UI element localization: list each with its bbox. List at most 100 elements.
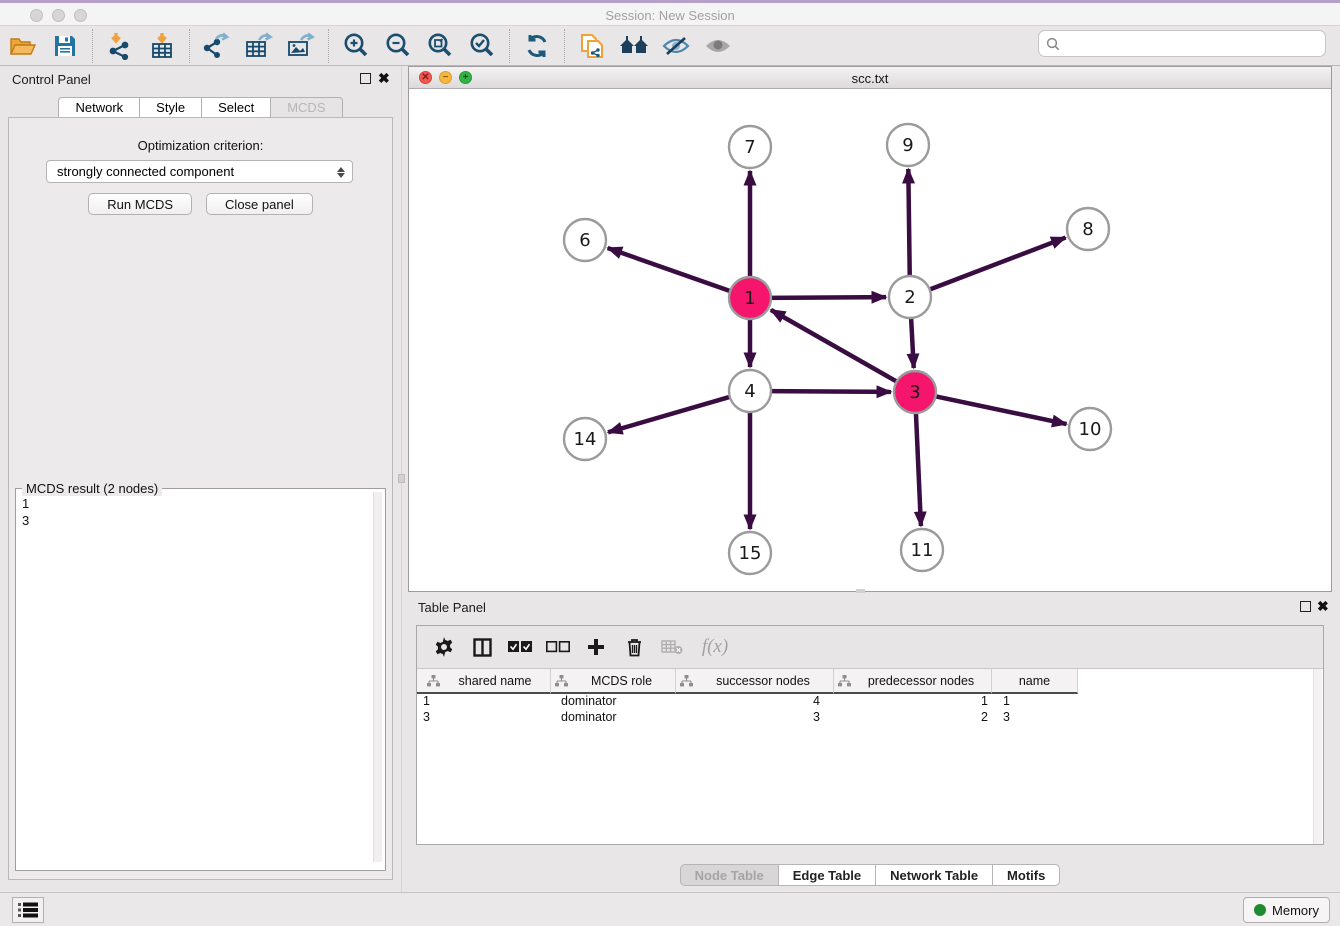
export-table-button[interactable] <box>242 30 276 62</box>
column-header-successor-nodes[interactable]: successor nodes <box>676 669 834 694</box>
fx-icon: f(x) <box>702 636 728 658</box>
zoom-in-button[interactable] <box>339 30 373 62</box>
export-image-button[interactable] <box>284 30 318 62</box>
control-panel-tabs: Network Style Select MCDS <box>8 97 393 118</box>
graph-edge-3-11[interactable] <box>916 411 921 526</box>
unselect-all-columns-button[interactable] <box>543 632 573 662</box>
cell-shared-name[interactable]: 1 <box>417 694 551 710</box>
optimization-criterion-select[interactable]: strongly connected component <box>46 160 353 183</box>
tab-edge-table[interactable]: Edge Table <box>778 864 875 886</box>
column-header-mcds-role[interactable]: MCDS role <box>551 669 676 694</box>
zoom-out-icon <box>384 32 412 60</box>
table-panel-float-icon[interactable] <box>1300 601 1311 612</box>
graph-edge-3-10[interactable] <box>934 396 1067 424</box>
tab-select[interactable]: Select <box>201 97 270 118</box>
apply-layout-button[interactable] <box>520 30 554 62</box>
table-rows: 1 dominator 4 1 1 3 dominator 3 2 3 <box>417 694 1323 726</box>
memory-button[interactable]: Memory <box>1243 897 1330 923</box>
eye-slash-icon <box>661 35 691 57</box>
zoom-selected-button[interactable] <box>465 30 499 62</box>
import-table-button[interactable] <box>145 30 179 62</box>
copy-style-button[interactable] <box>575 30 609 62</box>
cell-successor-nodes[interactable]: 3 <box>676 710 834 726</box>
save-session-button[interactable] <box>48 30 82 62</box>
cell-predecessor-nodes[interactable]: 2 <box>834 710 992 726</box>
select-all-columns-button[interactable] <box>505 632 535 662</box>
export-network-button[interactable] <box>200 30 234 62</box>
network-window-titlebar[interactable]: ✕ − + scc.txt <box>409 67 1331 89</box>
table-row[interactable]: 3 dominator 3 2 3 <box>417 710 1323 726</box>
network-resize-grabber[interactable] <box>856 589 865 593</box>
table-panel-close-icon[interactable]: ✖ <box>1317 598 1329 615</box>
function-builder-button[interactable]: f(x) <box>695 632 735 662</box>
tab-motifs[interactable]: Motifs <box>992 864 1060 886</box>
graph-node-label: 14 <box>574 429 597 450</box>
graph-edge-2-3[interactable] <box>911 316 914 368</box>
table-settings-button[interactable] <box>429 632 459 662</box>
cell-shared-name[interactable]: 3 <box>417 710 551 726</box>
memory-status-dot <box>1254 904 1266 916</box>
close-panel-button[interactable]: Close panel <box>206 193 313 215</box>
network-canvas[interactable]: 7968124314101511 <box>409 89 1331 591</box>
table-panel-tabs: Node Table Edge Table Network Table Moti… <box>408 864 1332 886</box>
hide-selected-button[interactable] <box>659 30 693 62</box>
mcds-result-line: 3 <box>22 512 29 529</box>
zoom-fit-button[interactable] <box>423 30 457 62</box>
create-column-button[interactable] <box>581 632 611 662</box>
table-toolbar: f(x) <box>417 626 1323 669</box>
toolbar-separator <box>328 29 329 63</box>
mcds-result-title: MCDS result (2 nodes) <box>22 481 162 496</box>
tab-style[interactable]: Style <box>139 97 201 118</box>
cell-name[interactable]: 3 <box>992 710 1078 726</box>
open-session-button[interactable] <box>6 30 40 62</box>
zoom-in-icon <box>342 32 370 60</box>
column-header-predecessor-nodes[interactable]: predecessor nodes <box>834 669 992 694</box>
mcds-result-line: 1 <box>22 495 29 512</box>
graph-edge-4-3[interactable] <box>769 391 891 392</box>
task-history-button[interactable] <box>12 897 44 923</box>
task-list-icon <box>18 902 38 918</box>
delete-column-button[interactable] <box>619 632 649 662</box>
tab-node-table[interactable]: Node Table <box>680 864 778 886</box>
cell-mcds-role[interactable]: dominator <box>551 694 676 710</box>
run-mcds-button[interactable]: Run MCDS <box>88 193 192 215</box>
control-panel-close-icon[interactable]: ✖ <box>378 70 390 87</box>
table-row[interactable]: 1 dominator 4 1 1 <box>417 694 1323 710</box>
first-neighbors-button[interactable] <box>617 30 651 62</box>
tab-mcds[interactable]: MCDS <box>270 97 342 118</box>
search-input[interactable] <box>1065 36 1325 51</box>
delete-table-button[interactable] <box>657 632 687 662</box>
status-bar: Memory <box>0 892 1340 926</box>
table-scrollbar[interactable] <box>1313 669 1322 844</box>
show-all-button[interactable] <box>701 30 735 62</box>
refresh-icon <box>524 33 550 59</box>
import-network-button[interactable] <box>103 30 137 62</box>
search-box[interactable] <box>1038 30 1326 57</box>
zoom-out-button[interactable] <box>381 30 415 62</box>
open-folder-icon <box>9 34 37 58</box>
cell-predecessor-nodes[interactable]: 1 <box>834 694 992 710</box>
result-scrollbar[interactable] <box>373 492 382 862</box>
column-header-shared-name[interactable]: shared name <box>417 669 551 694</box>
control-panel-float-icon[interactable] <box>360 73 371 84</box>
graph-edge-2-8[interactable] <box>928 238 1066 291</box>
graph-edge-1-6[interactable] <box>608 248 732 292</box>
cell-successor-nodes[interactable]: 4 <box>676 694 834 710</box>
graph-edge-1-2[interactable] <box>769 297 886 298</box>
toolbar-separator <box>189 29 190 63</box>
eye-icon <box>703 35 733 57</box>
zoom-fit-icon <box>426 32 454 60</box>
graph-node-label: 10 <box>1079 419 1102 440</box>
graph-node-label: 1 <box>744 288 755 309</box>
cell-mcds-role[interactable]: dominator <box>551 710 676 726</box>
graph-edge-4-14[interactable] <box>608 396 732 432</box>
graph-edge-3-1[interactable] <box>771 310 899 383</box>
panel-divider-grabber[interactable] <box>398 474 405 483</box>
tab-network[interactable]: Network <box>58 97 139 118</box>
tab-network-table[interactable]: Network Table <box>875 864 992 886</box>
cell-name[interactable]: 1 <box>992 694 1078 710</box>
tree-icon <box>427 675 440 687</box>
column-header-name[interactable]: name <box>992 669 1078 694</box>
show-columns-button[interactable] <box>467 632 497 662</box>
graph-edge-2-9[interactable] <box>908 169 909 278</box>
